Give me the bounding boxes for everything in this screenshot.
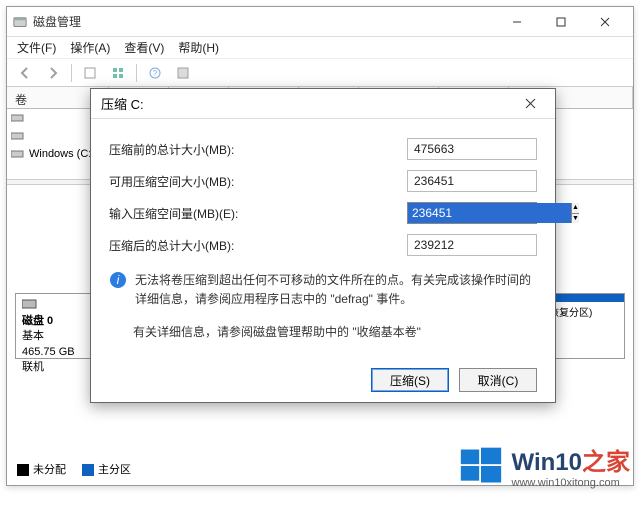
shrink-button[interactable]: 压缩(S) bbox=[371, 368, 449, 392]
info-icon: i bbox=[109, 271, 127, 289]
menu-action[interactable]: 操作(A) bbox=[70, 39, 110, 56]
legend-swatch-primary bbox=[82, 464, 94, 476]
shrink-amount-input[interactable] bbox=[408, 203, 571, 223]
value-size-before: 475663 bbox=[407, 138, 537, 160]
value-available-shrink: 236451 bbox=[407, 170, 537, 192]
dialog-title: 压缩 C: bbox=[101, 94, 144, 113]
shrink-dialog: 压缩 C: 压缩前的总计大小(MB): 475663 可用压缩空间大小(MB):… bbox=[90, 88, 556, 403]
label-available-shrink: 可用压缩空间大小(MB): bbox=[109, 173, 407, 190]
menu-file[interactable]: 文件(F) bbox=[17, 39, 56, 56]
drive-icon bbox=[11, 112, 25, 124]
grid-icon[interactable] bbox=[108, 63, 128, 83]
window-title: 磁盘管理 bbox=[33, 13, 81, 30]
drive-icon bbox=[11, 130, 25, 142]
spinner-down-icon[interactable]: ▼ bbox=[572, 214, 579, 224]
label-size-after: 压缩后的总计大小(MB): bbox=[109, 237, 407, 254]
windows-logo-icon bbox=[458, 444, 504, 488]
cancel-button[interactable]: 取消(C) bbox=[459, 368, 537, 392]
label-size-before: 压缩前的总计大小(MB): bbox=[109, 141, 407, 158]
drive-icon bbox=[11, 148, 25, 160]
toolbar: ? bbox=[7, 59, 633, 87]
maximize-button[interactable] bbox=[539, 8, 583, 36]
menu-help[interactable]: 帮助(H) bbox=[178, 39, 219, 56]
dialog-titlebar: 压缩 C: bbox=[91, 89, 555, 119]
svg-text:?: ? bbox=[153, 69, 158, 78]
refresh-icon[interactable] bbox=[80, 63, 100, 83]
info-message: i 无法将卷压缩到超出任何不可移动的文件所在的点。有关完成该操作时间的详细信息，… bbox=[109, 271, 537, 309]
menu-view[interactable]: 查看(V) bbox=[124, 39, 164, 56]
label-shrink-amount: 输入压缩空间量(MB)(E): bbox=[109, 205, 407, 222]
watermark: Win10之家 www.win10xitong.com bbox=[458, 442, 630, 489]
forward-icon[interactable] bbox=[43, 63, 63, 83]
close-button[interactable] bbox=[583, 8, 627, 36]
help-icon[interactable]: ? bbox=[145, 63, 165, 83]
back-icon[interactable] bbox=[15, 63, 35, 83]
disk-icon bbox=[22, 298, 97, 312]
app-icon bbox=[13, 15, 27, 29]
minimize-button[interactable] bbox=[495, 8, 539, 36]
titlebar: 磁盘管理 bbox=[7, 7, 633, 37]
shrink-amount-spinner[interactable]: ▲ ▼ bbox=[407, 202, 537, 224]
menubar: 文件(F) 操作(A) 查看(V) 帮助(H) bbox=[7, 37, 633, 59]
prop-icon[interactable] bbox=[173, 63, 193, 83]
recovery-partition[interactable]: 恢复分区) bbox=[544, 294, 624, 358]
value-size-after: 239212 bbox=[407, 234, 537, 256]
spinner-up-icon[interactable]: ▲ bbox=[572, 203, 579, 214]
dialog-close-button[interactable] bbox=[515, 90, 545, 118]
help-text: 有关详细信息，请参阅磁盘管理帮助中的 "收缩基本卷" bbox=[109, 323, 537, 340]
legend-swatch-unallocated bbox=[17, 464, 29, 476]
svg-text:i: i bbox=[117, 273, 120, 287]
legend: 未分配 主分区 bbox=[17, 461, 131, 477]
watermark-url: www.win10xitong.com bbox=[512, 477, 630, 489]
